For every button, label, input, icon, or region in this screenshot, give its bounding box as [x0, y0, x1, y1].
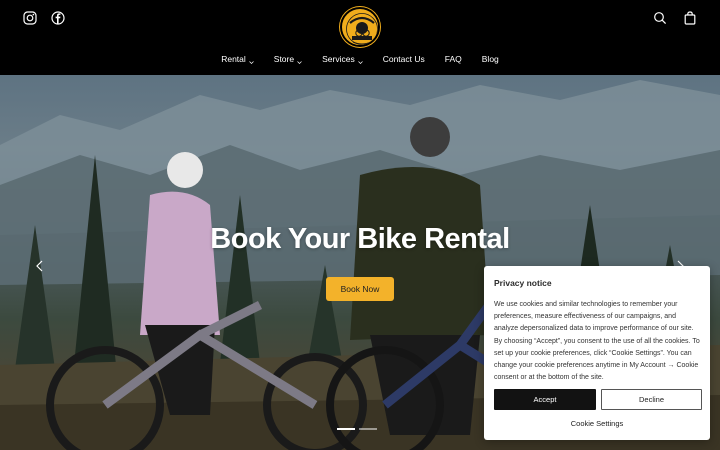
nav-label: Rental — [221, 54, 246, 64]
shopping-bag-icon[interactable] — [683, 10, 697, 25]
slide-indicators — [337, 428, 377, 430]
social-links — [23, 10, 65, 25]
book-now-button[interactable]: Book Now — [326, 277, 394, 301]
main-nav: Rental Store Services Contact Us FAQ Blo… — [0, 54, 720, 64]
cookie-actions: Accept Decline — [494, 389, 702, 410]
nav-store[interactable]: Store — [264, 54, 312, 64]
chevron-down-icon — [249, 57, 254, 64]
hero-title: Book Your Bike Rental — [210, 223, 510, 255]
cookie-consent-dialog: Privacy notice We use cookies and simila… — [484, 266, 710, 440]
site-header: Rental Store Services Contact Us FAQ Blo… — [0, 0, 720, 75]
nav-label: Store — [273, 54, 295, 64]
decline-button[interactable]: Decline — [601, 389, 702, 410]
nav-blog[interactable]: Blog — [472, 54, 509, 64]
chevron-left-icon[interactable] — [35, 257, 45, 272]
nav-label: Blog — [481, 54, 499, 64]
cookie-body: We use cookies and similar technologies … — [494, 301, 700, 382]
nav-rental[interactable]: Rental — [211, 54, 264, 64]
search-icon[interactable] — [653, 10, 667, 25]
nav-services[interactable]: Services — [312, 54, 373, 64]
nav-faq[interactable]: FAQ — [435, 54, 472, 64]
instagram-icon[interactable] — [23, 10, 37, 25]
chevron-down-icon — [297, 57, 302, 64]
cookie-title: Privacy notice — [494, 278, 552, 288]
nav-label: FAQ — [444, 54, 462, 64]
utility-links — [653, 10, 697, 25]
facebook-icon[interactable] — [51, 10, 65, 25]
accept-button[interactable]: Accept — [494, 389, 596, 410]
nav-label: Contact Us — [382, 54, 425, 64]
slide-dot-2[interactable] — [359, 428, 377, 430]
nav-contact[interactable]: Contact Us — [373, 54, 435, 64]
cookie-settings-link[interactable]: Cookie Settings — [484, 419, 710, 428]
nav-label: Services — [322, 54, 355, 64]
slide-dot-1[interactable] — [337, 428, 355, 430]
chevron-down-icon — [357, 57, 363, 64]
brand-logo[interactable] — [340, 7, 380, 47]
